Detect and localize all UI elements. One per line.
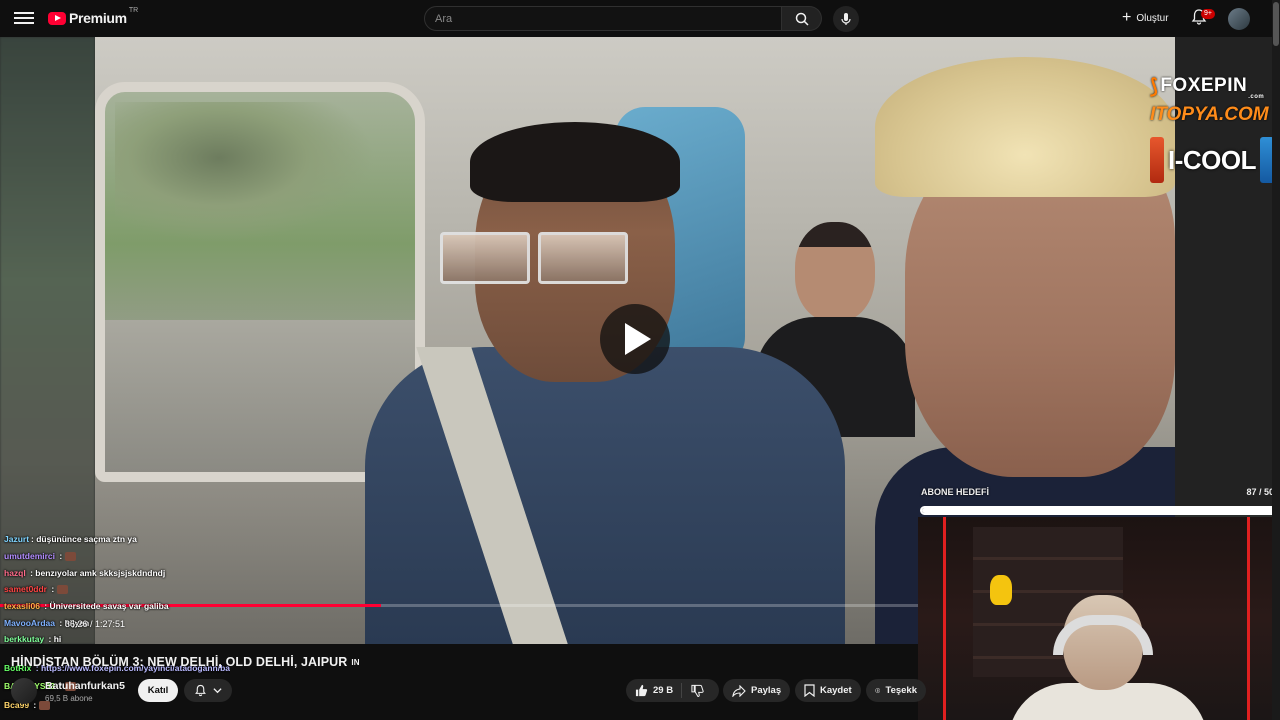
video-title: HİNDİSTAN BÖLÜM 3: NEW DELHİ, OLD DELHİ,… bbox=[11, 655, 360, 669]
thanks-label: Teşekk bbox=[885, 685, 917, 696]
chat-text: : bbox=[31, 700, 37, 710]
flag-icon: IN bbox=[351, 658, 360, 668]
subscriber-count: 69,5 B abone bbox=[45, 694, 93, 703]
thanks-button[interactable]: $ Teşekk bbox=[866, 679, 926, 702]
can-icon bbox=[1150, 137, 1164, 183]
search-icon bbox=[795, 12, 809, 26]
chat-message: umutdemirci : bbox=[4, 551, 77, 562]
chat-username: hazql bbox=[4, 568, 26, 578]
svg-text:$: $ bbox=[877, 689, 879, 693]
streamer bbox=[1008, 595, 1208, 720]
video-title-text: HİNDİSTAN BÖLÜM 3: NEW DELHİ, OLD DELHİ,… bbox=[11, 655, 348, 669]
itopya-logo: ITOPYA.COM bbox=[1150, 104, 1269, 125]
fox-icon: ⟆ bbox=[1150, 75, 1159, 98]
chat-text: : bbox=[49, 584, 55, 594]
goal-label: ABONE HEDEFİ bbox=[921, 487, 990, 497]
like-dislike-group: 29 B bbox=[626, 679, 719, 702]
emote-icon bbox=[65, 552, 77, 562]
voice-search-button[interactable] bbox=[833, 6, 859, 32]
join-button[interactable]: Katıl bbox=[138, 679, 178, 702]
foxepin-logo: ⟆ FOXEPIN .com bbox=[1150, 72, 1272, 100]
can-icon bbox=[1260, 137, 1272, 183]
chat-message: samet0ddr : bbox=[4, 584, 69, 595]
chat-message: berkkutay : hi bbox=[4, 634, 61, 644]
youtube-watch-page: Premium TR + Oluştur 9+ bbox=[0, 0, 1280, 720]
foxepin-suffix: .com bbox=[1248, 94, 1265, 100]
search-input[interactable] bbox=[425, 7, 781, 30]
chat-text: : benzıyolar amk skksjsjskdndndj bbox=[27, 568, 166, 578]
chat-message: texasli06 : Üniversitede savaş var galib… bbox=[4, 601, 169, 611]
emote-icon bbox=[57, 585, 69, 595]
chat-text: : hi bbox=[46, 634, 62, 644]
goal-value: 87 / 50 bbox=[1246, 487, 1274, 497]
channel-name[interactable]: Batuhanfurkan5 bbox=[45, 680, 125, 692]
thumbs-up-icon bbox=[635, 684, 648, 697]
logo-region: TR bbox=[128, 6, 139, 14]
chat-username: samet0ddr bbox=[4, 584, 47, 594]
masthead: Premium TR + Oluştur 9+ bbox=[0, 0, 1280, 37]
save-button[interactable]: Kaydet bbox=[795, 679, 861, 702]
youtube-premium-logo[interactable]: Premium TR bbox=[48, 6, 139, 26]
share-label: Paylaş bbox=[751, 685, 782, 696]
person-center bbox=[365, 117, 845, 644]
chat-text: : Üniversitede savaş var galiba bbox=[41, 601, 169, 611]
subscribed-button[interactable] bbox=[184, 679, 232, 702]
search-button[interactable] bbox=[782, 6, 822, 31]
foxepin-text: FOXEPIN bbox=[1160, 75, 1248, 96]
like-count: 29 B bbox=[653, 685, 674, 696]
subscriber-goal-widget: ABONE HEDEFİ 87 / 50 bbox=[918, 481, 1280, 515]
search-box bbox=[424, 6, 782, 31]
sunglasses bbox=[440, 232, 640, 284]
sponsor-logos: ⟆ FOXEPIN .com ITOPYA.COM I-COOL bbox=[1150, 72, 1272, 184]
chat-username: umutdemirci bbox=[4, 551, 56, 561]
logo-text: Premium bbox=[69, 10, 127, 26]
microphone-icon bbox=[841, 13, 851, 25]
bell-icon bbox=[195, 684, 206, 697]
icool-text: I-COOL bbox=[1168, 144, 1257, 175]
chat-message: hazql : benzıyolar amk skksjsjskdndndj bbox=[4, 568, 165, 578]
chat-username: texasli06 bbox=[4, 601, 40, 611]
goal-progress-bar bbox=[920, 506, 1278, 515]
page-scrollbar[interactable] bbox=[1272, 0, 1280, 720]
like-button[interactable]: 29 B bbox=[626, 683, 683, 698]
notification-count-badge: 9+ bbox=[1201, 9, 1215, 19]
chat-message: Jazurt: düşününce saçma ztn ya bbox=[4, 534, 137, 544]
streamer-webcam bbox=[918, 517, 1280, 720]
chevron-down-icon bbox=[213, 688, 222, 694]
bookmark-icon bbox=[804, 684, 815, 697]
thanks-icon: $ bbox=[875, 688, 881, 693]
youtube-play-logo-icon bbox=[48, 11, 66, 25]
create-button[interactable]: + Oluştur bbox=[1116, 7, 1175, 29]
share-button[interactable]: Paylaş bbox=[723, 679, 791, 702]
save-label: Kaydet bbox=[820, 685, 852, 696]
play-button[interactable] bbox=[600, 304, 670, 374]
share-icon bbox=[732, 684, 746, 697]
time-display: 36:26 / 1:27:51 bbox=[65, 619, 126, 629]
account-avatar[interactable] bbox=[1228, 8, 1250, 30]
chat-text: : düşününce saçma ztn ya bbox=[31, 534, 137, 544]
plus-icon: + bbox=[1122, 9, 1132, 26]
chat-username: Jazurt bbox=[4, 534, 30, 544]
chat-username: berkkutay bbox=[4, 634, 45, 644]
create-label: Oluştur bbox=[1136, 12, 1169, 24]
thumbs-down-icon bbox=[691, 684, 704, 697]
icool-logo: I-COOL bbox=[1150, 136, 1272, 184]
goal-progress-fill bbox=[922, 508, 1276, 513]
chat-username: MavooArdaa bbox=[4, 618, 56, 628]
menu-icon[interactable] bbox=[14, 9, 34, 27]
channel-avatar[interactable] bbox=[11, 678, 37, 704]
chat-text: : bbox=[57, 551, 63, 561]
dislike-button[interactable] bbox=[682, 684, 713, 697]
